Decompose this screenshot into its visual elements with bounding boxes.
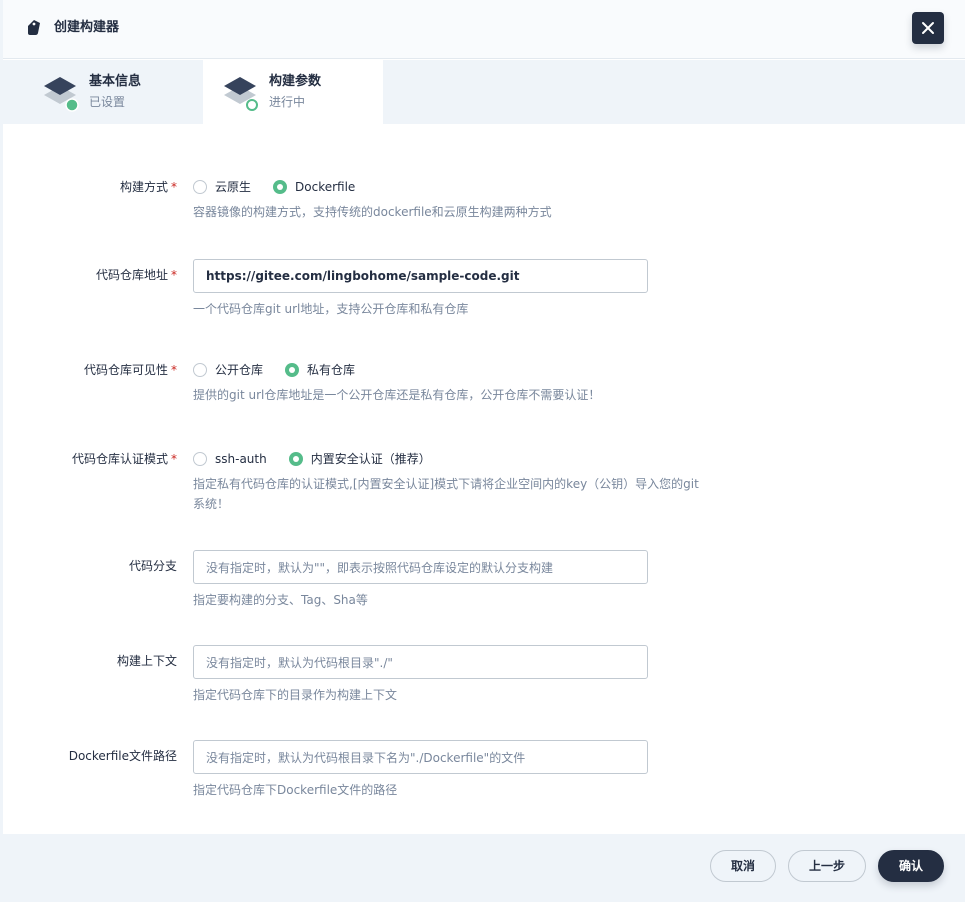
dialog-footer: 取消 上一步 确认 bbox=[3, 834, 965, 899]
field-label: 代码仓库认证模式 * bbox=[71, 452, 177, 466]
field-label: 代码分支 bbox=[128, 559, 177, 573]
field-description: 提供的git url仓库地址是一个公开仓库还是私有仓库，公开仓库不需要认证！ bbox=[193, 388, 601, 402]
previous-step-button[interactable]: 上一步 bbox=[788, 850, 866, 882]
repo-url-input[interactable]: https://gitee.com/lingbohome/sample-code… bbox=[193, 259, 648, 293]
field-description: 指定私有代码仓库的认证模式,[内置安全认证]模式下请将企业空间内的key（公钥）… bbox=[193, 477, 699, 511]
radio-button[interactable] bbox=[285, 363, 300, 377]
stack-icon bbox=[224, 77, 258, 111]
radio-dockerfile[interactable]: Dockerfile bbox=[273, 178, 355, 196]
radio-button[interactable] bbox=[288, 452, 303, 466]
radio-ssh-auth[interactable]: ssh-auth bbox=[193, 450, 267, 468]
confirm-button[interactable]: 确认 bbox=[878, 850, 944, 882]
radio-button[interactable] bbox=[193, 180, 207, 194]
field-label: 代码仓库地址 * bbox=[95, 268, 177, 282]
tag-icon bbox=[28, 20, 40, 35]
branch-input[interactable]: 没有指定时，默认为""，即表示按照代码仓库设定的默认分支构建 bbox=[193, 550, 648, 584]
visibility-radio-group: 公开仓库 私有仓库 bbox=[193, 361, 703, 379]
field-description: 容器镜像的构建方式，支持传统的dockerfile和云原生构建两种方式 bbox=[193, 205, 552, 219]
field-label: 构建方式 * bbox=[119, 180, 177, 194]
create-builder-dialog: 创建构建器 基本信息 已设置 构建参数 进行中 构建方式 * 云原生 Docke… bbox=[3, 0, 965, 899]
radio-button[interactable] bbox=[273, 180, 288, 194]
tab-title: 构建参数 bbox=[269, 74, 322, 89]
field-description: 指定要构建的分支、Tag、Sha等 bbox=[193, 593, 368, 607]
radio-button[interactable] bbox=[193, 452, 207, 466]
tab-basic-info[interactable]: 基本信息 已设置 bbox=[3, 60, 203, 124]
dockerfile-path-input[interactable]: 没有指定时，默认为代码根目录下名为"./Dockerfile"的文件 bbox=[193, 740, 648, 774]
tab-build-params[interactable]: 构建参数 进行中 bbox=[203, 60, 383, 124]
field-label: 代码仓库可见性 * bbox=[83, 363, 177, 377]
cancel-button[interactable]: 取消 bbox=[710, 850, 776, 882]
stack-icon bbox=[44, 77, 79, 112]
field-description: 指定代码仓库下Dockerfile文件的路径 bbox=[193, 783, 398, 797]
radio-cloud-native[interactable]: 云原生 bbox=[193, 178, 251, 196]
field-description: 一个代码仓库git url地址，支持公开仓库和私有仓库 bbox=[193, 302, 469, 316]
field-label: Dockerfile文件路径 bbox=[68, 749, 177, 763]
radio-public-repo[interactable]: 公开仓库 bbox=[193, 361, 263, 379]
build-context-input[interactable]: 没有指定时，默认为代码根目录"./" bbox=[193, 645, 648, 679]
tab-status: 进行中 bbox=[269, 95, 306, 109]
field-label: 构建上下文 bbox=[116, 654, 177, 668]
dialog-header: 创建构建器 bbox=[3, 0, 965, 59]
tab-status: 已设置 bbox=[89, 95, 126, 109]
field-description: 指定代码仓库下的目录作为构建上下文 bbox=[193, 688, 398, 702]
radio-builtin-auth[interactable]: 内置安全认证（推荐） bbox=[288, 450, 431, 468]
close-icon bbox=[922, 22, 934, 34]
close-button[interactable] bbox=[912, 12, 944, 44]
build-method-radio-group: 云原生 Dockerfile bbox=[193, 178, 703, 196]
step-tabs: 基本信息 已设置 构建参数 进行中 bbox=[3, 60, 965, 124]
dialog-title: 创建构建器 bbox=[54, 20, 120, 35]
tab-title: 基本信息 bbox=[89, 74, 142, 89]
radio-button[interactable] bbox=[193, 363, 207, 377]
auth-mode-radio-group: ssh-auth 内置安全认证（推荐） bbox=[193, 450, 703, 468]
radio-private-repo[interactable]: 私有仓库 bbox=[285, 361, 355, 379]
